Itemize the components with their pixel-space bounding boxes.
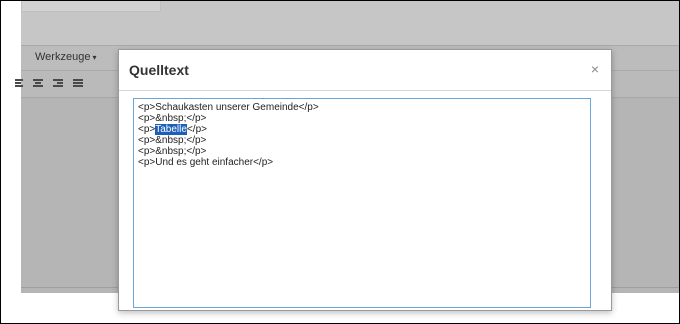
close-icon[interactable]: × <box>591 61 599 77</box>
source-line: <p>Tabelle</p> <box>138 124 586 135</box>
source-code-dialog: Quelltext × <p>Schaukasten unserer Gemei… <box>118 49 612 311</box>
align-right-icon[interactable] <box>53 79 63 89</box>
align-center-icon[interactable] <box>33 79 43 89</box>
align-left-icon[interactable] <box>15 79 25 89</box>
menu-tools[interactable]: Werkzeuge ▾ <box>35 51 96 63</box>
source-code-textarea[interactable]: <p>Schaukasten unserer Gemeinde</p> <p>&… <box>133 98 591 308</box>
source-line: <p>&nbsp;</p> <box>138 146 207 157</box>
editor-title-field <box>21 1 161 12</box>
source-line: <p>&nbsp;</p> <box>138 135 207 146</box>
source-line: <p>&nbsp;</p> <box>138 113 207 124</box>
source-line-end: </p> <box>186 124 207 135</box>
source-line: <p>Schaukasten unserer Gemeinde</p> <box>138 102 319 113</box>
align-justify-icon[interactable] <box>73 79 83 89</box>
dialog-title: Quelltext <box>129 62 189 78</box>
source-line: <p>Und es geht einfacher</p> <box>138 157 274 168</box>
chevron-down-icon: ▾ <box>92 53 97 62</box>
selected-text: Tabelle <box>155 124 187 135</box>
editor-header <box>21 1 679 45</box>
source-line-start: <p> <box>138 124 156 135</box>
screenshot-frame: Werkzeuge ▾ Quelltext × <p>Schaukasten un… <box>0 0 680 324</box>
dialog-divider <box>119 90 611 91</box>
menu-tools-label: Werkzeuge <box>35 51 91 63</box>
